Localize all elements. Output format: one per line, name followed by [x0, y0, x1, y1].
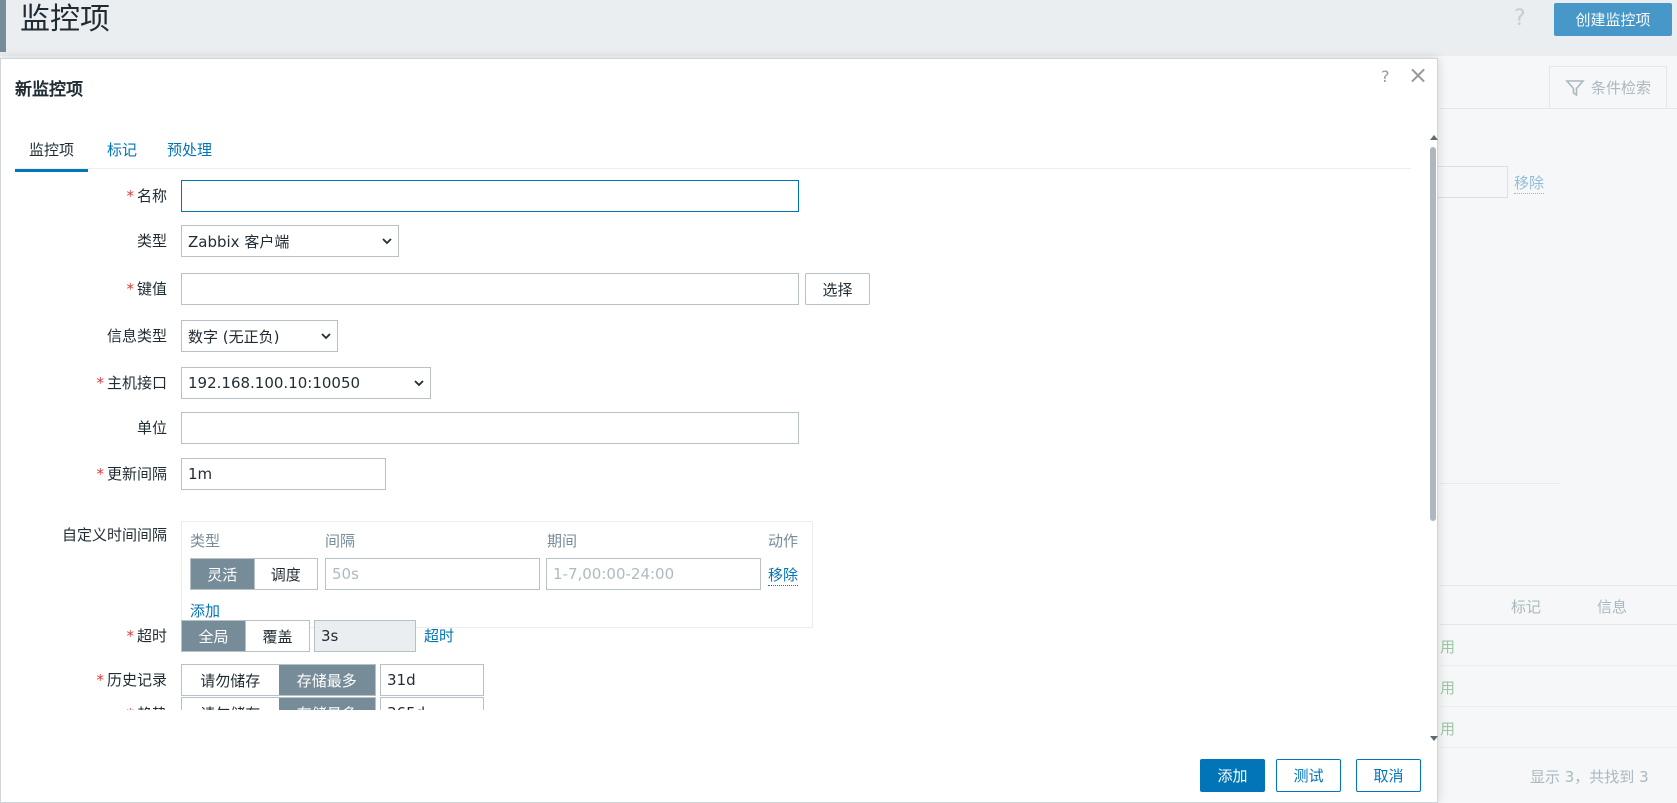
scroll-clip: *趋势 请勿储存 存储最多 365d: [1, 697, 1411, 710]
units-label: 单位: [136, 419, 167, 437]
required-mark: *: [96, 374, 104, 392]
help-icon[interactable]: ?: [1514, 6, 1526, 31]
custom-intervals-label: 自定义时间间隔: [61, 526, 167, 544]
custom-interval-remove-link[interactable]: 移除: [768, 564, 799, 586]
cancel-button[interactable]: 取消: [1356, 759, 1421, 792]
scroll-up-icon[interactable]: [1430, 133, 1438, 141]
timeout-settings-link[interactable]: 超时: [424, 625, 454, 646]
chevron-down-icon: [321, 333, 331, 340]
custom-interval-add-link[interactable]: 添加: [190, 600, 221, 622]
history-input[interactable]: 31d: [380, 664, 484, 696]
timeout-input: 3s: [314, 620, 416, 652]
required-mark: *: [126, 280, 134, 298]
type-select-value: Zabbix 客户端: [188, 232, 290, 251]
trends-store-up-to-button[interactable]: 存储最多: [278, 698, 375, 710]
trends-do-not-store-button[interactable]: 请勿储存: [182, 698, 279, 710]
page-header: [0, 0, 1677, 52]
scroll-down-icon[interactable]: [1430, 735, 1438, 743]
page-title: 监控项: [20, 2, 110, 37]
custom-interval-placeholder: 50s: [332, 565, 359, 583]
history-do-not-store-button[interactable]: 请勿储存: [182, 665, 279, 695]
required-mark: *: [96, 671, 104, 689]
interface-label-text: 主机接口: [106, 374, 167, 392]
new-item-dialog: 新监控项 ? × 监控项 标记 预处理 * 名称 类型 Zabbix 客户端 * 键…: [0, 58, 1438, 803]
close-icon[interactable]: ×: [1408, 61, 1428, 89]
type-label: 类型: [136, 232, 167, 250]
custom-interval-input[interactable]: 50s: [325, 558, 540, 590]
interface-select-value: 192.168.100.10:10050: [188, 374, 361, 392]
chevron-down-icon: [414, 380, 424, 387]
history-label: * 历史记录: [7, 669, 167, 690]
tab-tags[interactable]: 标记: [107, 131, 137, 169]
column-header-type: 类型: [190, 532, 221, 550]
key-label-text: 键值: [136, 280, 167, 298]
timeout-global-button[interactable]: 全局: [182, 621, 245, 651]
timeout-override-button[interactable]: 覆盖: [245, 621, 309, 651]
timeout-label-text: 超时: [136, 627, 167, 645]
value-type-select-value: 数字 (无正负): [188, 327, 280, 346]
column-header-action: 动作: [768, 532, 799, 550]
test-button[interactable]: 测试: [1276, 759, 1341, 792]
dialog-title: 新监控项: [15, 80, 83, 100]
update-interval-label-text: 更新间隔: [106, 465, 167, 483]
interface-select[interactable]: 192.168.100.10:10050: [181, 367, 431, 399]
trends-input[interactable]: 365d: [380, 697, 484, 710]
custom-period-input[interactable]: 1-7,00:00-24:00: [546, 558, 761, 590]
key-label: * 键值: [7, 278, 167, 299]
update-interval-label: * 更新间隔: [7, 463, 167, 484]
column-header-period: 期间: [547, 532, 578, 550]
name-label: * 名称: [7, 185, 167, 206]
required-mark: *: [126, 627, 134, 645]
custom-period-placeholder: 1-7,00:00-24:00: [553, 565, 675, 583]
chevron-down-icon: [382, 238, 392, 245]
key-input[interactable]: [181, 273, 799, 305]
interval-mode-toggle: 灵活 调度: [190, 558, 318, 590]
update-interval-input[interactable]: 1m: [181, 458, 386, 490]
value-type-select[interactable]: 数字 (无正负): [181, 320, 338, 352]
history-label-text: 历史记录: [106, 671, 167, 689]
type-select[interactable]: Zabbix 客户端: [181, 225, 399, 257]
column-header-interval: 间隔: [325, 532, 356, 550]
mode-flexible-button[interactable]: 灵活: [191, 559, 254, 589]
history-mode-toggle: 请勿储存 存储最多: [181, 664, 376, 696]
interface-label: * 主机接口: [7, 372, 167, 393]
trends-mode-toggle: 请勿储存 存储最多: [181, 697, 376, 710]
key-select-button[interactable]: 选择: [805, 273, 870, 305]
history-store-up-to-button[interactable]: 存储最多: [278, 665, 375, 695]
tab-item[interactable]: 监控项: [15, 131, 89, 172]
timeout-mode-toggle: 全局 覆盖: [181, 620, 310, 652]
add-button[interactable]: 添加: [1200, 759, 1265, 792]
required-mark: *: [96, 465, 104, 483]
dialog-help-icon[interactable]: ?: [1381, 67, 1390, 86]
scrollbar-thumb[interactable]: [1430, 147, 1436, 521]
dialog-tabs: 监控项 标记 预处理: [15, 131, 1411, 172]
required-mark: *: [126, 705, 134, 710]
value-type-label: 信息类型: [106, 327, 167, 345]
mode-scheduling-button[interactable]: 调度: [253, 559, 317, 589]
name-input[interactable]: [181, 180, 799, 212]
trends-label-text: 趋势: [137, 705, 167, 710]
units-input[interactable]: [181, 412, 799, 444]
timeout-label: * 超时: [7, 625, 167, 646]
required-mark: *: [126, 187, 134, 205]
custom-intervals-table: 类型 间隔 期间 动作 灵活 调度 50s 1-7,00:00-24:00 移除…: [181, 521, 813, 628]
create-item-button[interactable]: 创建监控项: [1554, 3, 1672, 36]
trends-label: *趋势: [7, 703, 167, 710]
name-label-text: 名称: [136, 187, 167, 205]
tab-preprocessing[interactable]: 预处理: [167, 131, 212, 169]
header-accent-bar: [0, 0, 6, 52]
